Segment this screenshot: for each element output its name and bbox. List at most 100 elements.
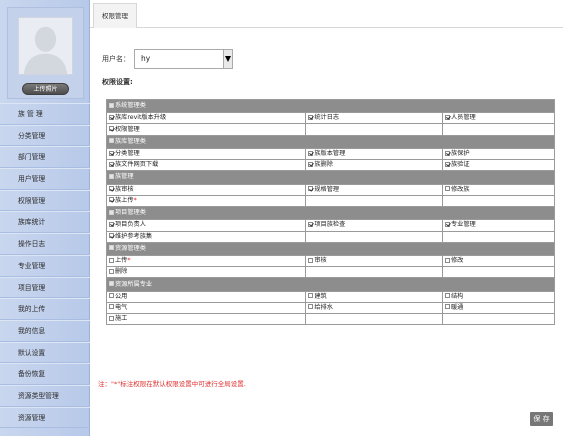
permission-checkbox[interactable] — [308, 161, 314, 167]
permission-label: 结构 — [450, 292, 464, 300]
sidebar-item[interactable]: 用户管理 — [0, 168, 90, 190]
group-checkbox[interactable] — [109, 245, 114, 251]
permission-checkbox[interactable] — [308, 304, 314, 310]
permission-table: 系统管理类 族库revit版本升级 统计日志 人员管理 权限管理 族库管理类 分类管理 族版本… — [105, 98, 556, 326]
permission-label: 维护参考族集 — [115, 232, 153, 240]
permission-cell: 项目负责人 — [105, 219, 307, 232]
permission-checkbox[interactable] — [444, 221, 450, 227]
permission-label: 给排水 — [314, 303, 333, 311]
permission-checkbox[interactable] — [109, 126, 114, 132]
user-label: 用户名： — [102, 55, 130, 63]
permission-checkbox[interactable] — [109, 161, 114, 167]
group-checkbox[interactable] — [109, 281, 114, 286]
permission-label: 电气 — [115, 303, 128, 311]
permission-group-header: 项目管理类 — [106, 206, 555, 221]
permission-group-row: 项目管理类 — [106, 206, 555, 221]
permission-cell: 族删除 — [305, 159, 443, 172]
sidebar-item[interactable]: 族库统计 — [0, 211, 90, 234]
permission-checkbox[interactable] — [308, 150, 314, 156]
sidebar-item[interactable]: 操作日志 — [0, 233, 90, 255]
avatar-panel: 上传照片 — [7, 7, 84, 99]
permission-checkbox[interactable] — [308, 221, 314, 227]
sidebar-item[interactable]: 我的上传 — [0, 298, 90, 320]
permission-label: 审核 — [314, 257, 327, 265]
upload-photo-button[interactable]: 上传照片 — [22, 83, 69, 95]
permission-checkbox[interactable] — [308, 257, 314, 263]
permission-cell: 专业管理 — [441, 219, 556, 232]
permission-checkbox[interactable] — [109, 257, 114, 263]
permission-checkbox[interactable] — [444, 293, 450, 299]
permission-checkbox[interactable] — [109, 268, 114, 274]
sidebar-item[interactable]: 部门管理 — [0, 146, 90, 169]
permission-checkbox[interactable] — [109, 221, 114, 227]
permission-checkbox[interactable] — [109, 304, 114, 310]
user-select[interactable]: hy — [134, 49, 233, 69]
permission-row: 电气 给排水 暖通 — [105, 301, 556, 315]
group-checkbox[interactable] — [109, 173, 114, 179]
group-checkbox[interactable] — [109, 102, 114, 108]
permission-checkbox[interactable] — [109, 114, 114, 120]
permission-checkbox[interactable] — [109, 186, 114, 192]
sidebar-item[interactable]: 项目管理 — [0, 276, 90, 299]
permission-checkbox[interactable] — [109, 293, 114, 299]
chevron-down-icon[interactable] — [223, 50, 232, 68]
permission-row: 项目负责人 项目族检查 专业管理 — [105, 219, 556, 232]
permission-label: 族保护 — [450, 150, 470, 158]
permission-checkbox[interactable] — [444, 304, 450, 310]
sidebar: 上传照片 族 管 理分类管理 部门管理 用户管理 权限管理 族库统计 操作日志 专业管理 项目… — [0, 0, 90, 436]
permission-label: 专业管理 — [450, 221, 476, 229]
permission-label: 暖通 — [450, 303, 464, 311]
permission-checkbox[interactable] — [444, 114, 450, 120]
permission-cell — [441, 123, 556, 136]
permission-cell: 给排水 — [305, 301, 443, 315]
permission-row: 族文件网页下载 族删除 族验证 — [105, 159, 556, 172]
group-checkbox[interactable] — [109, 209, 114, 215]
permission-checkbox[interactable] — [444, 186, 450, 192]
sidebar-item[interactable]: 资源管理 — [0, 406, 90, 429]
permission-checkbox[interactable] — [109, 197, 114, 203]
permission-checkbox[interactable] — [444, 257, 450, 263]
sidebar-item[interactable]: 我的信息 — [0, 319, 90, 342]
permission-label: 建筑 — [314, 292, 327, 300]
main-panel: 权限管理 用户名： hy 权限设置: 系统管理类 族库revit版本升级 统计日志 人… — [90, 0, 563, 436]
sidebar-item[interactable]: 备份恢复 — [0, 363, 90, 385]
permission-group-header: 族管理 — [106, 170, 555, 185]
permission-cell: 项目族检查 — [305, 219, 443, 232]
permission-cell: 删除 — [105, 266, 307, 279]
permission-checkbox[interactable] — [109, 315, 114, 321]
permission-row: 族上传* — [105, 194, 556, 208]
permission-group-row: 资源所属专业 — [106, 277, 555, 292]
tab-permission-management[interactable]: 权限管理 — [93, 3, 137, 28]
permission-cell: 族版本管理 — [305, 147, 443, 161]
permission-row: 族库revit版本升级 统计日志 人员管理 — [105, 112, 556, 125]
permission-cell — [441, 194, 556, 208]
permission-label: 删除 — [115, 268, 128, 276]
permission-checkbox[interactable] — [308, 293, 314, 299]
permission-label: 权限管理 — [115, 125, 140, 133]
permission-cell: 人员管理 — [441, 112, 556, 125]
sidebar-item[interactable]: 专业管理 — [0, 254, 90, 277]
permission-label: 分类管理 — [115, 150, 140, 158]
permission-checkbox[interactable] — [444, 150, 450, 156]
permission-row: 删除 — [105, 266, 556, 279]
required-marker: * — [133, 196, 137, 204]
group-checkbox[interactable] — [109, 138, 114, 144]
permission-checkbox[interactable] — [444, 161, 450, 167]
permission-checkbox[interactable] — [308, 186, 314, 192]
permission-cell — [305, 266, 443, 279]
required-marker: * — [127, 257, 131, 265]
permission-checkbox[interactable] — [308, 114, 314, 120]
permission-group-header: 系统管理类 — [106, 98, 555, 114]
permission-checkbox[interactable] — [109, 233, 114, 239]
permission-group-header: 族库管理类 — [106, 134, 555, 149]
save-button[interactable]: 保 存 — [530, 412, 553, 426]
permission-cell — [305, 313, 443, 326]
permission-cell: 修改 — [441, 254, 556, 268]
sidebar-item[interactable]: 权限管理 — [0, 189, 90, 212]
sidebar-item[interactable]: 分类管理 — [0, 124, 90, 147]
permission-row: 权限管理 — [105, 123, 556, 136]
permission-checkbox[interactable] — [109, 150, 114, 156]
sidebar-item[interactable]: 族 管 理 — [0, 103, 90, 125]
sidebar-item[interactable]: 资源类型管理 — [0, 384, 90, 407]
sidebar-item[interactable]: 默认设置 — [0, 341, 90, 364]
